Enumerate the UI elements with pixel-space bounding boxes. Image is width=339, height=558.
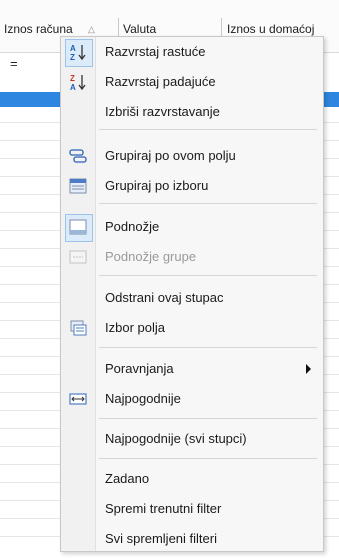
menu-item-best-fit-all-columns[interactable]: Najpogodnije (svi stupci) <box>61 424 323 454</box>
menu-item-label: Razvrstaj rastuće <box>105 44 206 59</box>
menu-separator <box>99 347 317 348</box>
menu-item-sort-ascending[interactable]: A Z Razvrstaj rastuće <box>61 37 323 67</box>
svg-text:Z: Z <box>70 74 75 83</box>
menu-item-all-saved-filters[interactable]: Svi spremljeni filteri <box>61 524 323 554</box>
menu-item-label: Odstrani ovaj stupac <box>105 290 224 305</box>
menu-item-alignment[interactable]: Poravnjanja <box>61 354 323 384</box>
menu-separator <box>99 458 317 459</box>
menu-item-save-current-filter[interactable]: Spremi trenutni filter <box>61 494 323 524</box>
menu-separator <box>99 203 317 204</box>
menu-item-clear-sorting[interactable]: Izbriši razvrstavanje <box>61 97 323 127</box>
menu-item-group-by-field[interactable]: Grupiraj po ovom polju <box>61 141 323 171</box>
menu-item-label: Podnožje <box>105 219 160 234</box>
menu-item-label: Najpogodnije (svi stupci) <box>105 431 247 446</box>
menu-item-label: Poravnjanja <box>105 361 174 376</box>
group-by-field-icon <box>69 149 87 163</box>
menu-item-label: Svi spremljeni filteri <box>105 531 217 546</box>
best-fit-icon <box>69 393 87 405</box>
menu-item-label: Podnožje grupe <box>105 249 197 264</box>
svg-text:Z: Z <box>70 53 75 61</box>
submenu-arrow-icon <box>306 364 311 374</box>
sort-indicator-icon: △ <box>88 24 95 34</box>
group-by-selection-icon <box>69 178 87 194</box>
group-footer-icon <box>69 250 87 264</box>
sort-ascending-icon: A Z <box>70 44 86 61</box>
menu-item-group-by-selection[interactable]: Grupiraj po izboru <box>61 171 323 201</box>
menu-item-label: Izbor polja <box>105 320 165 335</box>
menu-separator <box>99 418 317 419</box>
filter-operator[interactable]: = <box>10 56 18 72</box>
field-chooser-icon <box>70 320 87 336</box>
menu-item-label: Izbriši razvrstavanje <box>105 104 220 119</box>
menu-item-label: Spremi trenutni filter <box>105 501 222 516</box>
menu-item-footer[interactable]: Podnožje <box>61 212 323 242</box>
menu-item-label: Razvrstaj padajuće <box>105 74 216 89</box>
menu-separator <box>99 275 317 276</box>
menu-item-label: Grupiraj po izboru <box>105 178 209 193</box>
menu-item-best-fit[interactable]: Najpogodnije <box>61 384 323 414</box>
footer-icon <box>69 219 87 235</box>
column-context-menu: A Z Razvrstaj rastuće Z A Razvrstaj pada… <box>60 36 324 552</box>
svg-text:A: A <box>70 44 76 53</box>
menu-item-label: Zadano <box>105 471 150 486</box>
menu-item-field-chooser[interactable]: Izbor polja <box>61 313 323 343</box>
menu-item-default[interactable]: Zadano <box>61 464 323 494</box>
menu-item-group-footer: Podnožje grupe <box>61 242 323 272</box>
menu-item-remove-column[interactable]: Odstrani ovaj stupac <box>61 283 323 313</box>
menu-item-sort-descending[interactable]: Z A Razvrstaj padajuće <box>61 67 323 97</box>
menu-item-label: Grupiraj po ovom polju <box>105 148 236 163</box>
svg-text:A: A <box>70 83 76 91</box>
menu-separator <box>99 129 317 130</box>
menu-item-label: Najpogodnije <box>105 391 181 406</box>
sort-descending-icon: Z A <box>70 74 86 91</box>
